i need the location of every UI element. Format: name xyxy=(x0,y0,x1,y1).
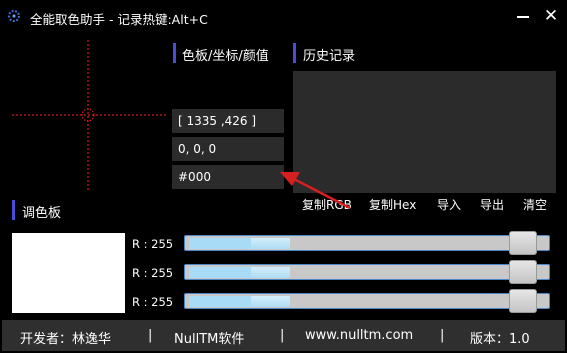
hex-value-field[interactable]: #000 xyxy=(172,165,284,189)
channel-slider[interactable] xyxy=(184,231,550,255)
website-link[interactable]: www.nulltm.com xyxy=(305,328,413,343)
clear-button[interactable]: 清空 xyxy=(523,196,547,213)
minimize-button[interactable] xyxy=(514,4,534,28)
title-bar: 全能取色助手 - 记录热键:Alt+C ✕ xyxy=(0,0,567,34)
status-bar: 开发者：林逸华 | NullTM软件 | www.nulltm.com | 版本… xyxy=(2,320,565,351)
coordinates-field[interactable]: [ 1335 ,426 ] xyxy=(172,109,284,133)
history-list[interactable] xyxy=(293,71,556,193)
import-button[interactable]: 导入 xyxy=(437,196,461,213)
section-accent-bar xyxy=(12,200,15,220)
slider-fill xyxy=(189,296,290,307)
color-info-heading: 色板/坐标/颜值 xyxy=(182,49,269,64)
color-swatch xyxy=(12,233,125,313)
rgb-value-field[interactable]: 0, 0, 0 xyxy=(172,137,284,161)
company-label: NullTM软件 xyxy=(174,332,245,347)
status-separator: | xyxy=(148,328,153,343)
copy-rgb-button[interactable]: 复制RGB xyxy=(302,196,352,213)
close-button[interactable]: ✕ xyxy=(542,6,560,26)
slider-fill xyxy=(189,267,290,278)
window-title: 全能取色助手 - 记录热键:Alt+C xyxy=(30,12,208,27)
slider-thumb[interactable] xyxy=(509,289,537,313)
status-separator: | xyxy=(280,328,285,343)
app-icon xyxy=(8,10,20,22)
slider-fill xyxy=(189,238,290,249)
palette-heading: 调色板 xyxy=(22,206,62,221)
channel-slider[interactable] xyxy=(184,260,550,284)
channel-slider[interactable] xyxy=(184,289,550,313)
version-label: 版本：1.0 xyxy=(470,332,530,347)
developer-label: 开发者：林逸华 xyxy=(20,332,112,347)
copy-hex-button[interactable]: 复制Hex xyxy=(369,196,416,213)
status-separator: | xyxy=(440,328,445,343)
section-accent-bar xyxy=(293,43,296,63)
history-heading: 历史记录 xyxy=(303,49,356,64)
channel-label: R : 255 xyxy=(132,266,174,280)
slider-thumb[interactable] xyxy=(509,260,537,284)
crosshair-magnifier[interactable] xyxy=(10,40,168,190)
slider-thumb[interactable] xyxy=(509,231,537,255)
section-accent-bar xyxy=(173,43,176,63)
channel-label: R : 255 xyxy=(132,237,174,251)
export-button[interactable]: 导出 xyxy=(480,196,504,213)
channel-label: R : 255 xyxy=(132,295,174,309)
